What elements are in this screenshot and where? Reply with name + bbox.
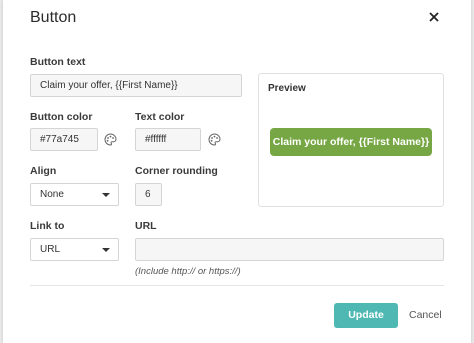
text-color-input[interactable]: #ffffff bbox=[135, 128, 201, 151]
text-color-label: Text color bbox=[135, 111, 185, 123]
align-select-value: None bbox=[40, 189, 64, 200]
button-settings-dialog: Button Button text Claim your offer, {{F… bbox=[3, 0, 471, 343]
preview-button: Claim your offer, {{First Name}} bbox=[270, 128, 432, 156]
url-input[interactable] bbox=[135, 238, 444, 261]
corner-rounding-label: Corner rounding bbox=[135, 165, 218, 177]
link-to-select[interactable]: URL bbox=[30, 238, 119, 261]
corner-rounding-input[interactable]: 6 bbox=[135, 183, 162, 206]
chevron-down-icon bbox=[102, 193, 110, 197]
button-text-label: Button text bbox=[30, 56, 86, 68]
align-select[interactable]: None bbox=[30, 183, 119, 206]
close-icon[interactable] bbox=[427, 10, 441, 24]
palette-icon[interactable] bbox=[208, 133, 221, 146]
button-color-label: Button color bbox=[30, 111, 93, 123]
cancel-button[interactable]: Cancel bbox=[409, 303, 447, 328]
button-color-input[interactable]: #77a745 bbox=[30, 128, 98, 151]
preview-title: Preview bbox=[268, 83, 306, 94]
footer-divider bbox=[30, 285, 444, 286]
url-label: URL bbox=[135, 220, 157, 232]
chevron-down-icon bbox=[102, 248, 110, 252]
url-hint: (Include http:// or https://) bbox=[135, 266, 241, 277]
dialog-title: Button bbox=[30, 9, 77, 26]
preview-panel: Preview Claim your offer, {{First Name}} bbox=[258, 73, 444, 207]
update-button[interactable]: Update bbox=[334, 303, 398, 328]
link-to-label: Link to bbox=[30, 220, 65, 232]
align-label: Align bbox=[30, 165, 57, 177]
link-to-select-value: URL bbox=[40, 244, 61, 255]
palette-icon[interactable] bbox=[104, 133, 117, 146]
button-text-input[interactable]: Claim your offer, {{First Name}} bbox=[30, 74, 242, 97]
